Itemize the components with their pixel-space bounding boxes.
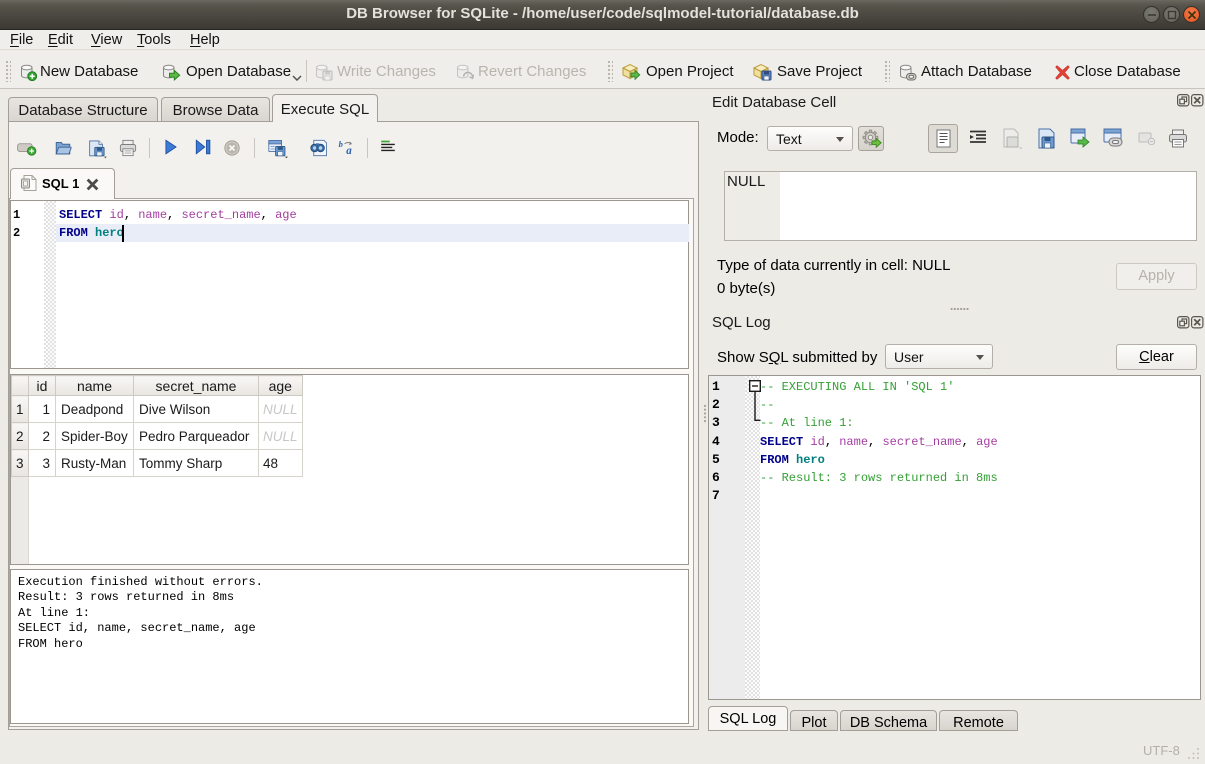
svg-text:b: b — [339, 140, 343, 150]
svg-text:a: a — [346, 145, 352, 157]
